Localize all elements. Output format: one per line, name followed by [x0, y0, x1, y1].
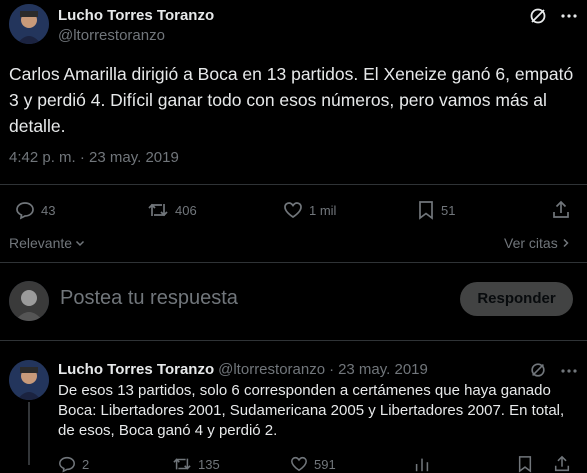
- grok-icon[interactable]: [528, 6, 548, 26]
- reply-views-icon[interactable]: [413, 455, 431, 473]
- sort-dropdown[interactable]: Relevante: [9, 235, 86, 251]
- author-avatar[interactable]: [9, 4, 49, 44]
- reply-input[interactable]: Postea tu respuesta: [60, 287, 238, 310]
- like-action[interactable]: 1 mil: [283, 200, 336, 220]
- reply-repost-count: 135: [198, 456, 220, 472]
- reply-author-avatar[interactable]: [9, 360, 49, 400]
- reply-repost-action[interactable]: 135: [172, 455, 220, 473]
- reply-text: De esos 13 partidos, solo 6 corresponden…: [58, 382, 565, 439]
- quotes-link[interactable]: Ver citas: [504, 235, 571, 251]
- tweet-text: Carlos Amarilla dirigió a Boca en 13 par…: [9, 64, 574, 136]
- like-icon: [283, 200, 303, 220]
- bookmark-count: 51: [441, 202, 456, 218]
- reply-header: Lucho Torres Toranzo @ltorrestoranzo · 2…: [58, 361, 428, 378]
- more-options-icon[interactable]: [560, 8, 578, 24]
- like-icon: [290, 455, 308, 473]
- current-user-avatar[interactable]: [9, 281, 49, 321]
- repost-count: 406: [175, 202, 197, 218]
- reply-like-count: 591: [314, 456, 336, 472]
- reply-more-options-icon[interactable]: [560, 363, 578, 379]
- like-count: 1 mil: [309, 202, 337, 218]
- reply-icon: [58, 455, 76, 473]
- reply-grok-icon[interactable]: [529, 361, 547, 379]
- reply-button[interactable]: Responder: [460, 282, 573, 316]
- sort-label: Relevante: [9, 235, 73, 251]
- author-name[interactable]: Lucho Torres Toranzo: [58, 7, 214, 24]
- bookmark-action[interactable]: 51: [417, 200, 455, 220]
- bookmark-icon: [417, 200, 435, 220]
- reply-action[interactable]: 43: [15, 200, 55, 220]
- reply-icon: [15, 200, 35, 220]
- repost-icon: [172, 455, 192, 473]
- reply-author-handle[interactable]: @ltorrestoranzo: [218, 361, 325, 378]
- reply-separator: ·: [329, 361, 335, 378]
- reply-reply-count: 2: [82, 456, 90, 472]
- tweet-timestamp[interactable]: 4:42 p. m. · 23 may. 2019: [9, 149, 179, 166]
- quotes-label: Ver citas: [504, 235, 558, 251]
- chevron-down-icon: [74, 237, 86, 249]
- chevron-right-icon: [561, 237, 571, 249]
- repost-icon: [147, 200, 169, 220]
- reply-share-icon[interactable]: [553, 455, 571, 473]
- reply-count: 43: [41, 202, 56, 218]
- reply-reply-action[interactable]: 2: [58, 455, 89, 473]
- thread-line: [28, 402, 30, 465]
- reply-author-name[interactable]: Lucho Torres Toranzo: [58, 361, 214, 378]
- share-icon[interactable]: [551, 200, 571, 220]
- reply-bookmark-icon[interactable]: [517, 455, 533, 473]
- reply-date[interactable]: 23 may. 2019: [338, 361, 428, 378]
- reply-like-action[interactable]: 591: [290, 455, 336, 473]
- repost-action[interactable]: 406: [147, 200, 197, 220]
- author-handle[interactable]: @ltorrestoranzo: [58, 27, 165, 44]
